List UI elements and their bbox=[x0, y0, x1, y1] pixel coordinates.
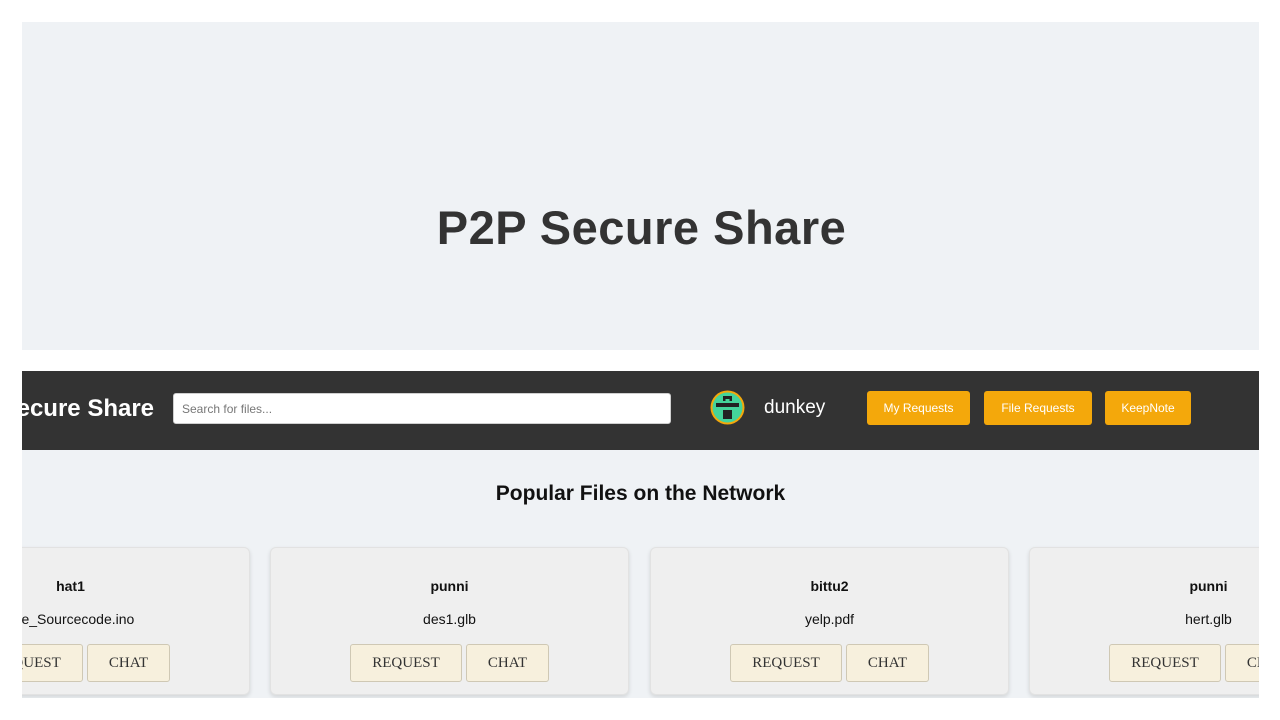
chat-button[interactable]: CHAT bbox=[846, 644, 929, 682]
file-owner: punni bbox=[1189, 578, 1228, 594]
file-card: punni des1.glb REQUEST CHAT bbox=[270, 547, 629, 695]
app-view: P2P Secure Share dunkey My Requests File… bbox=[22, 371, 1259, 698]
navbar: P2P Secure Share dunkey My Requests File… bbox=[22, 371, 1259, 450]
chat-button[interactable]: CHAT bbox=[466, 644, 549, 682]
file-owner: hat1 bbox=[56, 578, 85, 594]
file-requests-button[interactable]: File Requests bbox=[984, 391, 1092, 425]
file-card: punni hert.glb REQUEST CHAT bbox=[1029, 547, 1259, 695]
file-name: yelp.pdf bbox=[804, 611, 855, 627]
card-actions: REQUEST CHAT bbox=[22, 644, 249, 682]
request-button[interactable]: REQUEST bbox=[350, 644, 462, 682]
file-card: bittu2 yelp.pdf REQUEST CHAT bbox=[650, 547, 1009, 695]
username[interactable]: dunkey bbox=[764, 397, 825, 419]
chat-button[interactable]: CHAT bbox=[1225, 644, 1259, 682]
file-owner: punni bbox=[430, 578, 469, 594]
file-card: hat1 ype_Sourcecode.ino REQUEST CHAT bbox=[22, 547, 250, 695]
chat-button[interactable]: CHAT bbox=[87, 644, 170, 682]
identicon-avatar-icon[interactable] bbox=[709, 389, 746, 426]
file-name: ype_Sourcecode.ino bbox=[22, 611, 135, 627]
section-title: Popular Files on the Network bbox=[495, 482, 786, 505]
search-input[interactable] bbox=[173, 393, 671, 424]
card-actions: REQUEST CHAT bbox=[1030, 644, 1259, 682]
hero-banner: P2P Secure Share bbox=[22, 22, 1259, 350]
brand-title[interactable]: P2P Secure Share bbox=[22, 395, 154, 423]
my-requests-button[interactable]: My Requests bbox=[867, 391, 970, 425]
card-actions: REQUEST CHAT bbox=[271, 644, 628, 682]
keepnote-button[interactable]: KeepNote bbox=[1105, 391, 1191, 425]
request-button[interactable]: REQUEST bbox=[22, 644, 83, 682]
hero-title: P2P Secure Share bbox=[436, 200, 847, 254]
request-button[interactable]: REQUEST bbox=[1109, 644, 1221, 682]
file-owner: bittu2 bbox=[810, 578, 849, 594]
file-name: des1.glb bbox=[423, 611, 476, 627]
card-actions: REQUEST CHAT bbox=[651, 644, 1008, 682]
request-button[interactable]: REQUEST bbox=[730, 644, 842, 682]
file-name: hert.glb bbox=[1185, 611, 1232, 627]
